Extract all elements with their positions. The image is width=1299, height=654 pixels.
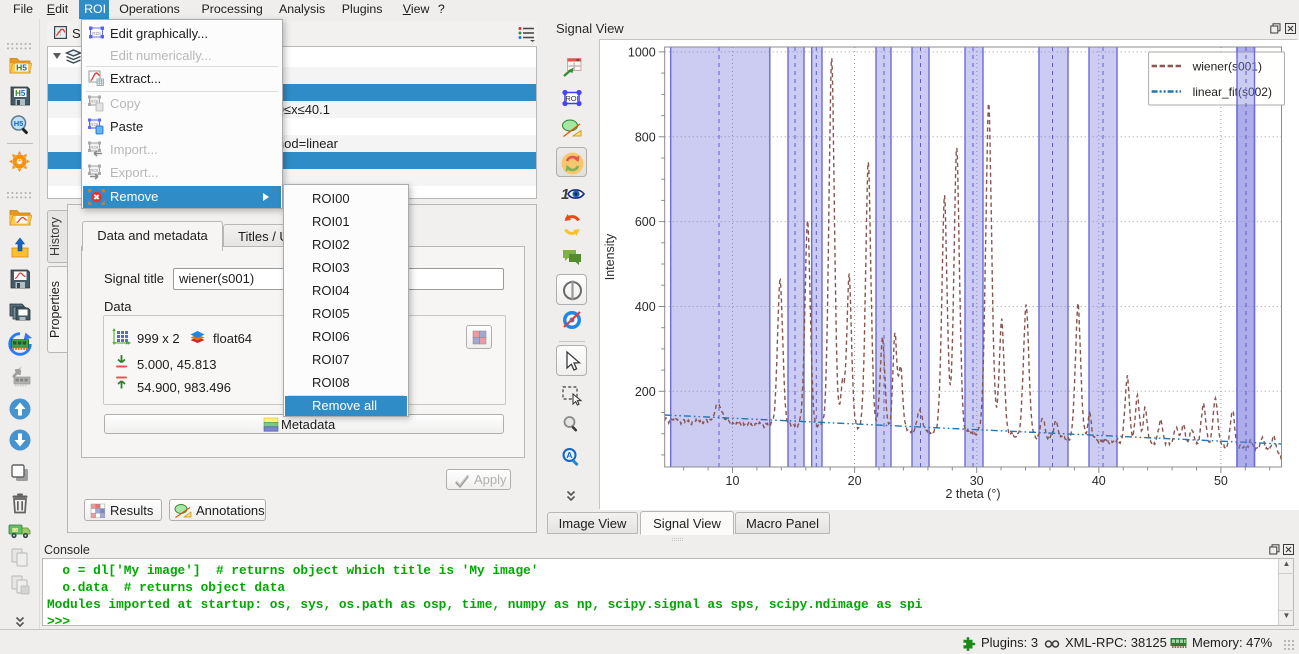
svg-text:H5: H5 — [16, 62, 27, 72]
svg-text:H5: H5 — [15, 89, 26, 98]
svg-text:800: 800 — [635, 130, 656, 144]
svg-text:200: 200 — [635, 385, 656, 399]
svg-text:linear_fit(s002): linear_fit(s002) — [1193, 85, 1272, 99]
svg-text:Intensity: Intensity — [603, 233, 617, 280]
svg-text:ROI: ROI — [565, 94, 578, 103]
svg-text:1000: 1000 — [628, 45, 656, 59]
svg-text:A: A — [566, 450, 572, 460]
svg-text:400: 400 — [635, 300, 656, 314]
svg-text:H5: H5 — [14, 119, 24, 128]
svg-text:20: 20 — [848, 474, 862, 488]
svg-text:ROI: ROI — [90, 168, 98, 173]
svg-text:30: 30 — [970, 474, 984, 488]
svg-text:ROI: ROI — [92, 31, 101, 37]
svg-text:2 theta (°): 2 theta (°) — [945, 487, 1000, 501]
svg-text:10: 10 — [726, 474, 740, 488]
svg-text:50: 50 — [1214, 474, 1228, 488]
svg-text:40: 40 — [1092, 474, 1106, 488]
svg-text:600: 600 — [635, 215, 656, 229]
svg-text:ROI: ROI — [90, 145, 98, 150]
